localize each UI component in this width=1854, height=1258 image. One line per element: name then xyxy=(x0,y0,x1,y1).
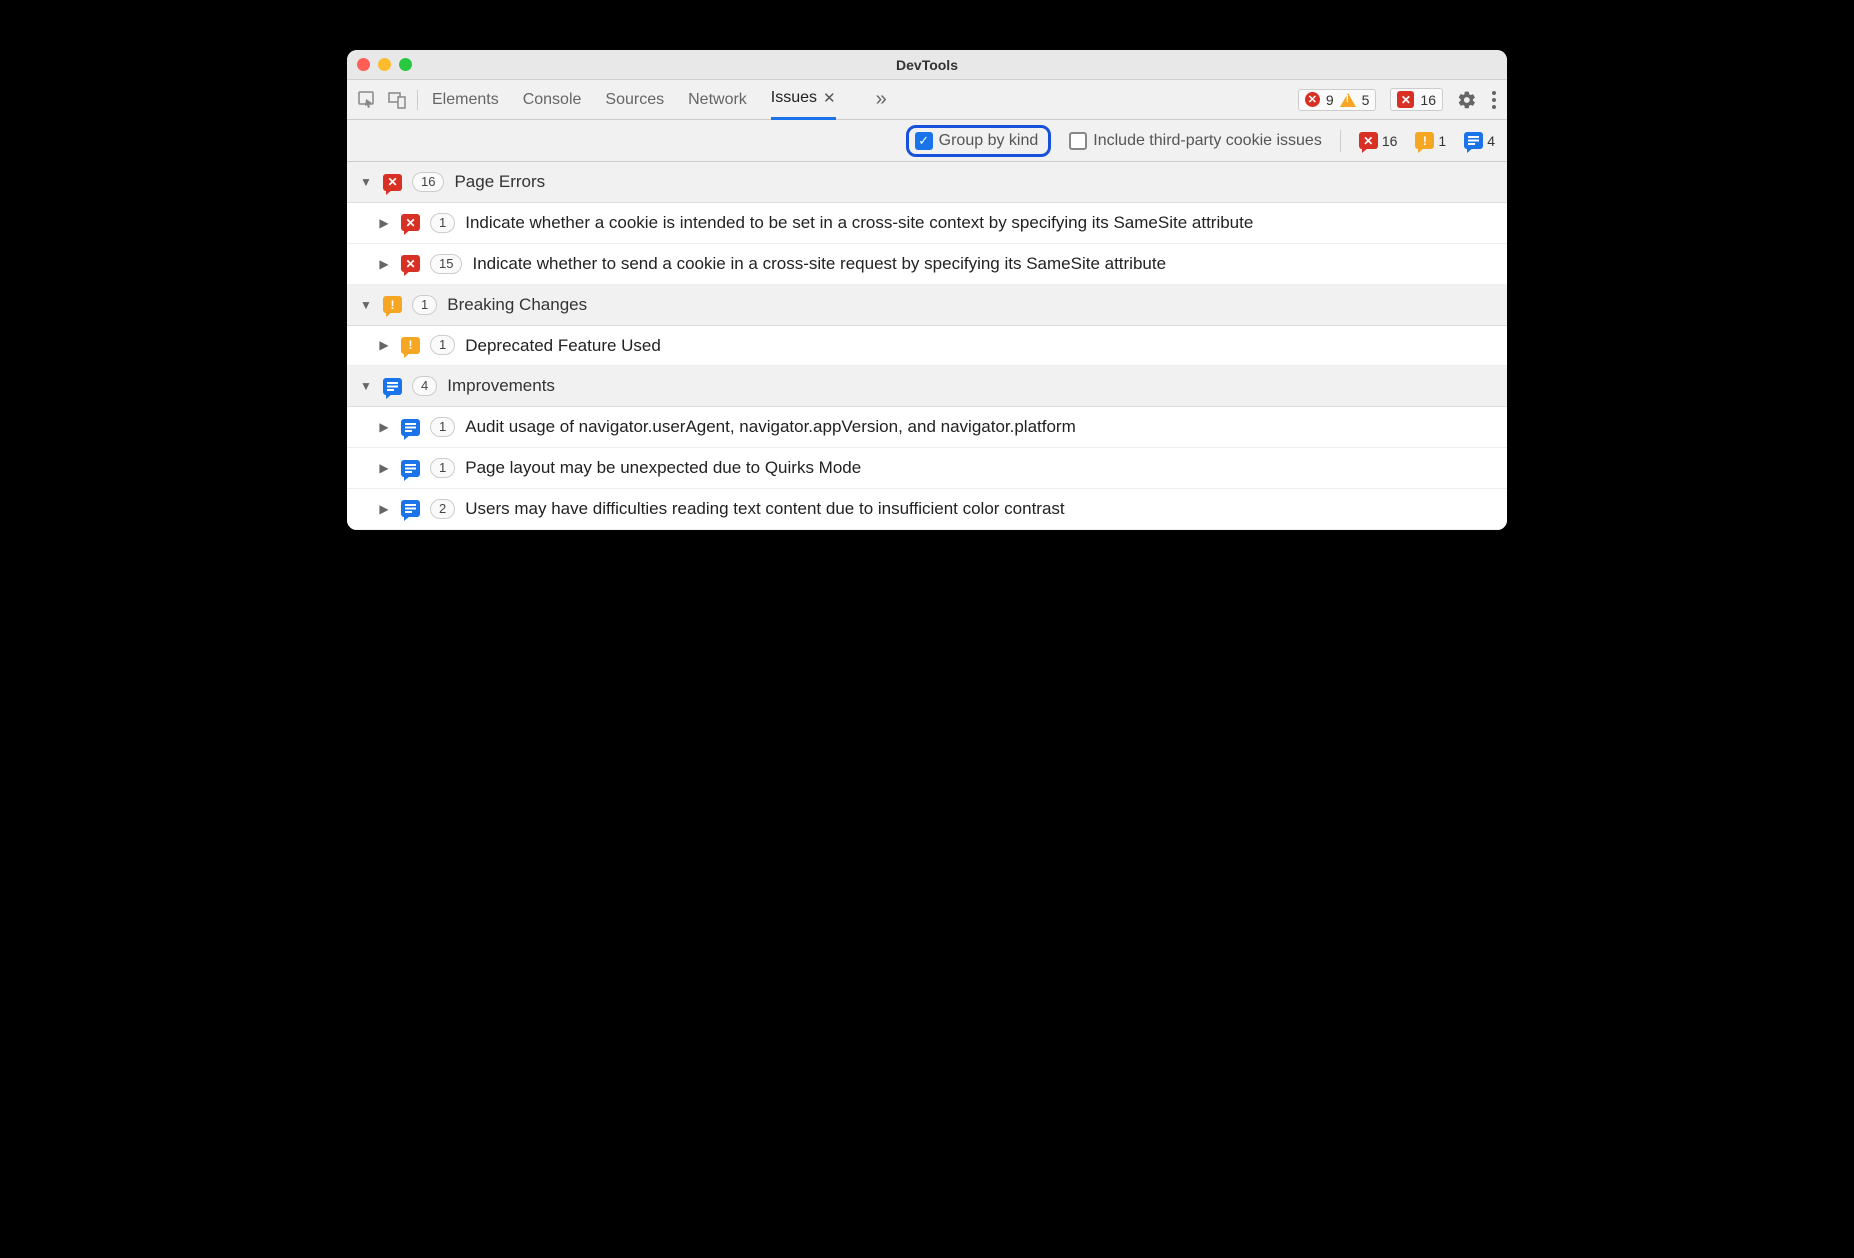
window-controls xyxy=(357,58,412,71)
issue-row[interactable]: ▶ ✕ 15 Indicate whether to send a cookie… xyxy=(347,244,1507,285)
info-speech-icon xyxy=(383,378,402,395)
window-title: DevTools xyxy=(896,57,958,73)
minimize-window-button[interactable] xyxy=(378,58,391,71)
error-speech-icon: ✕ xyxy=(383,174,402,191)
chevron-down-icon: ▼ xyxy=(359,298,373,312)
group-page-errors[interactable]: ▼ ✕ 16 Page Errors xyxy=(347,162,1507,203)
more-tabs-icon[interactable]: » xyxy=(876,88,887,111)
issue-row[interactable]: ▶ ! 1 Deprecated Feature Used xyxy=(347,326,1507,367)
issues-badge[interactable]: ✕ 16 xyxy=(1390,88,1443,111)
inspect-icon[interactable] xyxy=(357,90,377,110)
issue-text: Indicate whether to send a cookie in a c… xyxy=(472,252,1495,276)
info-issues-count[interactable]: 4 xyxy=(1464,132,1495,149)
issue-text: Indicate whether a cookie is intended to… xyxy=(465,211,1495,235)
chevron-right-icon: ▶ xyxy=(377,257,391,271)
issue-text: Page layout may be unexpected due to Qui… xyxy=(465,456,1495,480)
group-title: Page Errors xyxy=(454,172,545,192)
third-party-checkbox[interactable]: Include third-party cookie issues xyxy=(1069,132,1322,150)
group-breaking-changes[interactable]: ▼ ! 1 Breaking Changes xyxy=(347,285,1507,326)
warning-count: 5 xyxy=(1362,92,1370,108)
error-speech-icon: ✕ xyxy=(401,255,420,272)
error-speech-icon: ✕ xyxy=(401,214,420,231)
error-issues-count[interactable]: ✕ 16 xyxy=(1359,132,1398,149)
titlebar: DevTools xyxy=(347,50,1507,80)
warn-speech-icon: ! xyxy=(383,296,402,313)
checkbox-checked-icon: ✓ xyxy=(915,132,933,150)
error-issues-number: 16 xyxy=(1382,133,1398,149)
info-speech-icon xyxy=(401,500,420,517)
issue-text: Audit usage of navigator.userAgent, navi… xyxy=(465,415,1495,439)
main-toolbar: Elements Console Sources Network Issues … xyxy=(347,80,1507,120)
group-count-badge: 4 xyxy=(412,376,437,396)
device-icon[interactable] xyxy=(387,90,407,110)
warning-icon xyxy=(1340,93,1356,107)
kebab-menu-icon[interactable] xyxy=(1491,90,1497,110)
chevron-right-icon: ▶ xyxy=(377,216,391,230)
chevron-down-icon: ▼ xyxy=(359,175,373,189)
group-by-kind-label: Group by kind xyxy=(939,132,1039,150)
item-count-badge: 1 xyxy=(430,213,455,233)
warn-issues-count[interactable]: ! 1 xyxy=(1415,132,1446,149)
tab-elements[interactable]: Elements xyxy=(432,80,499,120)
warn-issues-number: 1 xyxy=(1438,133,1446,149)
devtools-window: DevTools Elements Console Sources Networ… xyxy=(347,50,1507,530)
item-count-badge: 2 xyxy=(430,499,455,519)
group-count-badge: 16 xyxy=(412,172,444,192)
panel-tabs: Elements Console Sources Network Issues … xyxy=(432,80,887,120)
chevron-right-icon: ▶ xyxy=(377,461,391,475)
tab-sources[interactable]: Sources xyxy=(605,80,664,120)
chevron-right-icon: ▶ xyxy=(377,420,391,434)
third-party-label: Include third-party cookie issues xyxy=(1093,132,1322,150)
error-count: 9 xyxy=(1326,92,1334,108)
group-title: Improvements xyxy=(447,376,555,396)
info-speech-icon xyxy=(401,419,420,436)
group-count-badge: 1 xyxy=(412,295,437,315)
item-count-badge: 1 xyxy=(430,458,455,478)
checkbox-unchecked-icon xyxy=(1069,132,1087,150)
error-speech-icon: ✕ xyxy=(1359,132,1378,149)
tab-issues[interactable]: Issues ✕ xyxy=(771,80,836,120)
error-icon: ✕ xyxy=(1305,92,1320,107)
issue-row[interactable]: ▶ 1 Page layout may be unexpected due to… xyxy=(347,448,1507,489)
issue-row[interactable]: ▶ 1 Audit usage of navigator.userAgent, … xyxy=(347,407,1507,448)
item-count-badge: 15 xyxy=(430,254,462,274)
issue-text: Users may have difficulties reading text… xyxy=(465,497,1495,521)
group-by-kind-checkbox[interactable]: ✓ Group by kind xyxy=(906,125,1052,157)
chevron-down-icon: ▼ xyxy=(359,379,373,393)
issue-error-icon: ✕ xyxy=(1397,91,1414,108)
console-errors-badge[interactable]: ✕ 9 5 xyxy=(1298,89,1377,111)
group-improvements[interactable]: ▼ 4 Improvements xyxy=(347,366,1507,407)
item-count-badge: 1 xyxy=(430,335,455,355)
chevron-right-icon: ▶ xyxy=(377,502,391,516)
issue-text: Deprecated Feature Used xyxy=(465,334,1495,358)
settings-icon[interactable] xyxy=(1457,90,1477,110)
issue-row[interactable]: ▶ ✕ 1 Indicate whether a cookie is inten… xyxy=(347,203,1507,244)
chevron-right-icon: ▶ xyxy=(377,338,391,352)
close-icon[interactable]: ✕ xyxy=(823,89,836,107)
issue-row[interactable]: ▶ 2 Users may have difficulties reading … xyxy=(347,489,1507,530)
info-issues-number: 4 xyxy=(1487,133,1495,149)
tab-console[interactable]: Console xyxy=(523,80,582,120)
divider xyxy=(1340,130,1341,152)
tab-network[interactable]: Network xyxy=(688,80,747,120)
info-speech-icon xyxy=(1464,132,1483,149)
item-count-badge: 1 xyxy=(430,417,455,437)
warn-speech-icon: ! xyxy=(1415,132,1434,149)
close-window-button[interactable] xyxy=(357,58,370,71)
info-speech-icon xyxy=(401,460,420,477)
issue-error-count: 16 xyxy=(1420,92,1436,108)
tab-issues-label: Issues xyxy=(771,89,817,107)
issues-subbar: ✓ Group by kind Include third-party cook… xyxy=(347,120,1507,162)
issues-tree: ▼ ✕ 16 Page Errors ▶ ✕ 1 Indicate whethe… xyxy=(347,162,1507,530)
warn-speech-icon: ! xyxy=(401,337,420,354)
group-title: Breaking Changes xyxy=(447,295,587,315)
zoom-window-button[interactable] xyxy=(399,58,412,71)
